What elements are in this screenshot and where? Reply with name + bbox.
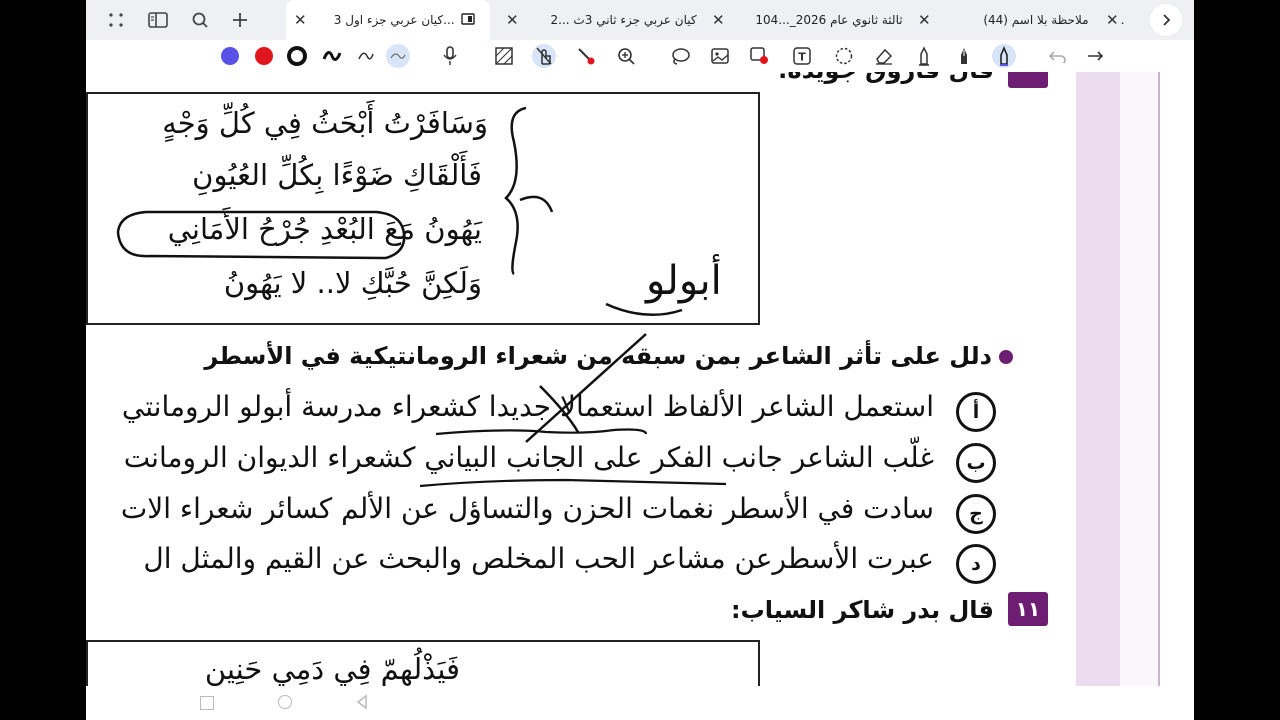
highlighter-icon[interactable] [912, 44, 936, 68]
back-button[interactable] [356, 694, 368, 714]
back-icon [356, 694, 367, 710]
selection-icon[interactable] [832, 44, 856, 68]
tab-more[interactable]: ✕ . [1098, 0, 1138, 40]
tab-label: كيان عربي جزء ثاني 3ث ...2 [550, 13, 697, 27]
lasso-icon[interactable] [668, 44, 692, 68]
option-letter-circle: د [956, 544, 996, 584]
tab-bar: ✕ كيان عربي جزء اول 3... ✕ كيان عربي جزء… [86, 0, 1194, 40]
option-text: عبرت الأسطرعن مشاعر الحب المخلص والبحث ع… [143, 542, 934, 575]
eraser-icon[interactable] [872, 44, 896, 68]
close-tab-icon[interactable]: ✕ [918, 11, 931, 29]
pen-black-color[interactable] [285, 44, 309, 68]
question-number-badge: ١١ [1008, 592, 1048, 626]
tab-document-3[interactable]: ✕ ثالثة ثانوي عام 2026_...104 [704, 0, 908, 40]
chevron-right-icon [1163, 14, 1171, 26]
undo-icon[interactable] [1046, 44, 1070, 68]
search-icon[interactable] [186, 6, 214, 34]
tab-note[interactable]: ✕ ملاحظة بلا اسم (44) [910, 0, 1098, 40]
pencil-icon[interactable] [992, 44, 1016, 68]
tab-document-2[interactable]: ✕ كيان عربي جزء ثاني 3ث ...2 [498, 0, 702, 40]
handwritten-note: أبولو [646, 258, 722, 304]
option-letter-circle: أ [956, 392, 996, 432]
question-bullet [999, 350, 1013, 364]
system-nav-bar [86, 686, 1194, 720]
shape-record-icon[interactable] [748, 44, 772, 68]
highlight-area-icon[interactable] [492, 44, 516, 68]
pen-icon[interactable] [952, 44, 976, 68]
document-icon [460, 12, 475, 28]
tab-label: كيان عربي جزء اول 3... [333, 13, 455, 27]
option-text: غلّب الشاعر جانب الفكر على الجانب البيان… [123, 441, 934, 474]
redo-icon[interactable] [1082, 44, 1106, 68]
close-tab-icon[interactable]: ✕ [1106, 11, 1119, 29]
apps-grid-icon[interactable] [102, 6, 130, 34]
close-tab-icon[interactable]: ✕ [294, 11, 307, 29]
scroll-tabs-button[interactable] [1150, 4, 1182, 36]
new-tab-icon[interactable] [226, 6, 254, 34]
svg-text:T: T [798, 51, 806, 64]
option-text: استعمل الشاعر الألفاظ استعمالا جديدا كشع… [121, 390, 934, 423]
verse-line: فَيَذْلُهمّ فِي دَمِي حَنِين [204, 652, 460, 686]
home-button[interactable] [278, 695, 292, 709]
option-letter-circle: ب [956, 443, 996, 483]
laser-pointer-icon[interactable] [574, 44, 598, 68]
tab-label: . [1120, 13, 1125, 27]
annotation-toolbar: T [86, 40, 1194, 73]
tab-document-1[interactable]: ✕ كيان عربي جزء اول 3... [286, 0, 490, 40]
recent-apps-button[interactable] [200, 696, 214, 710]
option-text: سادت في الأسطر نغمات الحزن والتساؤل عن ا… [120, 492, 934, 525]
close-tab-icon[interactable]: ✕ [712, 11, 725, 29]
finger-draw-icon[interactable] [532, 44, 556, 68]
app-window: ✕ كيان عربي جزء اول 3... ✕ كيان عربي جزء… [86, 0, 1194, 720]
question-text: دلل على تأثر الشاعر بمن سبقه من شعراء ال… [204, 342, 992, 370]
thick-stroke-icon[interactable] [320, 44, 344, 68]
option-letter-circle: ج [956, 494, 996, 534]
sidebar-toggle-icon[interactable] [144, 6, 172, 34]
pen-red-color[interactable] [252, 44, 276, 68]
close-tab-icon[interactable]: ✕ [506, 11, 519, 29]
tab-label: ملاحظة بلا اسم (44) [983, 13, 1089, 27]
pen-blue-color[interactable] [218, 44, 242, 68]
image-insert-icon[interactable] [708, 44, 732, 68]
tab-label: ثالثة ثانوي عام 2026_...104 [755, 13, 903, 27]
microphone-icon[interactable] [438, 44, 462, 68]
next-heading: قال بدر شاكر السياب: [731, 596, 994, 624]
document-page[interactable]: قال فاروق جويدة: وَسَافَرْتُ أَبْحَثُ فِ… [86, 72, 1194, 686]
zoom-in-icon[interactable] [614, 44, 638, 68]
text-box-icon[interactable]: T [790, 44, 814, 68]
thin-stroke-icon[interactable] [354, 44, 378, 68]
fine-stroke-icon[interactable] [386, 44, 410, 68]
